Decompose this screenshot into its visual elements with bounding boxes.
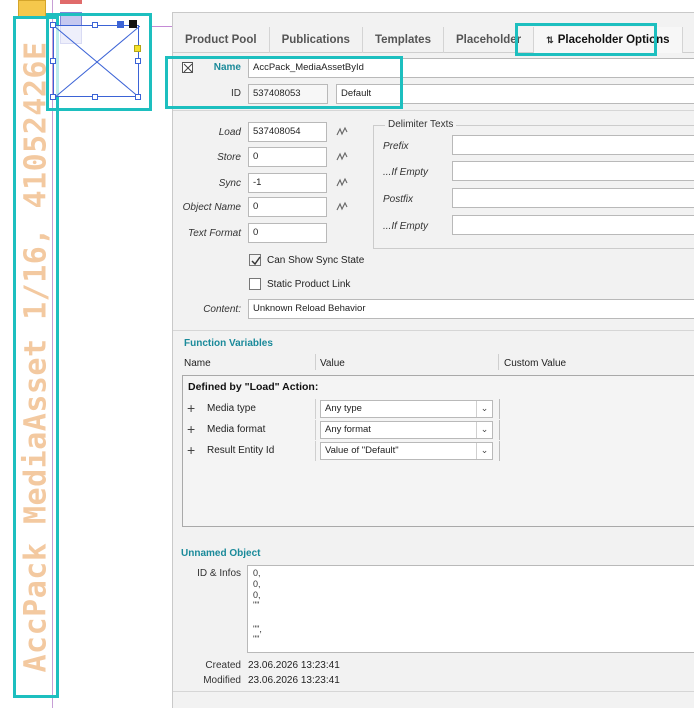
info-line: "" — [253, 634, 260, 644]
prefix-if-empty-label: ...If Empty — [383, 167, 429, 178]
column-separator[interactable] — [498, 354, 499, 370]
modified-label: Modified — [203, 675, 241, 686]
vertical-placeholder-text: AccPack MediaAsset 1/16, 41052426E — [18, 41, 54, 673]
select-value: Value of "Default" — [325, 445, 399, 456]
chevron-down-icon[interactable]: ⌄ — [476, 401, 492, 417]
checkmark-icon — [251, 256, 261, 266]
content-field[interactable]: Unknown Reload Behavior — [248, 299, 694, 319]
edit-action-icon[interactable] — [336, 177, 348, 189]
load-field[interactable]: 537408054 — [248, 122, 327, 142]
created-value: 23.06.2026 13:23:41 — [248, 660, 340, 671]
select-value: Any type — [325, 403, 362, 414]
add-icon[interactable]: + — [187, 422, 195, 436]
prefix-if-empty-field[interactable] — [452, 161, 694, 181]
edit-action-icon[interactable] — [336, 201, 348, 213]
modified-value: 23.06.2026 13:23:41 — [248, 675, 340, 686]
column-separator[interactable] — [315, 354, 316, 370]
info-line: "", — [253, 624, 262, 634]
tab-product-pool[interactable]: Product Pool — [173, 27, 270, 53]
table-row: + Result Entity Id Value of "Default" ⌄ — [183, 441, 694, 461]
store-label: Store — [217, 152, 241, 163]
tab-publications[interactable]: Publications — [270, 27, 363, 53]
add-icon[interactable]: + — [187, 443, 195, 457]
add-icon[interactable]: + — [187, 401, 195, 415]
column-divider — [499, 399, 500, 419]
column-divider — [315, 420, 316, 440]
id-infos-field[interactable]: 0, 0, 0, "" "", "" — [247, 565, 694, 653]
object-name-label: Object Name — [182, 202, 241, 213]
edit-action-icon[interactable] — [336, 151, 348, 163]
object-section-title: Unnamed Object — [181, 548, 261, 559]
store-field[interactable]: 0 — [248, 147, 327, 167]
postfix-label: Postfix — [383, 194, 414, 205]
variable-value-select[interactable]: Any format ⌄ — [320, 421, 493, 439]
table-row: + Media format Any format ⌄ — [183, 420, 694, 440]
vertical-label-frame[interactable]: AccPack MediaAsset 1/16, 41052426E — [13, 16, 59, 698]
prefix-field[interactable] — [452, 135, 694, 155]
name-highlight-annotation — [165, 56, 403, 109]
red-frame[interactable] — [60, 0, 82, 4]
static-product-link-label: Static Product Link — [267, 279, 351, 290]
id-infos-label: ID & Infos — [197, 568, 241, 579]
delimiter-texts-title: Delimiter Texts — [385, 119, 457, 130]
variable-name: Result Entity Id — [207, 445, 275, 456]
identity-section: Name AccPack_MediaAssetById ID 537408053… — [165, 55, 694, 111]
column-divider — [315, 441, 316, 461]
object-name-field[interactable]: 0 — [248, 197, 327, 217]
text-format-field[interactable]: 0 — [248, 223, 327, 243]
variable-value-select[interactable]: Value of "Default" ⌄ — [320, 442, 493, 460]
created-label: Created — [205, 660, 241, 671]
column-header-name[interactable]: Name — [184, 358, 211, 369]
chevron-down-icon[interactable]: ⌄ — [476, 422, 492, 438]
column-header-value[interactable]: Value — [320, 358, 345, 369]
text-format-label: Text Format — [188, 228, 241, 239]
variable-name: Media format — [207, 424, 266, 435]
column-divider — [499, 441, 500, 461]
select-value: Any format — [325, 424, 371, 435]
postfix-if-empty-field[interactable] — [452, 215, 694, 235]
defined-by-load-group: Defined by "Load" Action: — [188, 381, 319, 393]
can-show-sync-label: Can Show Sync State — [267, 255, 365, 266]
postfix-field[interactable] — [452, 188, 694, 208]
chevron-down-icon[interactable]: ⌄ — [476, 443, 492, 459]
variable-name: Media type — [207, 403, 256, 414]
info-line: 0, — [253, 568, 261, 578]
margin-guide — [150, 26, 172, 27]
content-label: Content: — [203, 304, 241, 315]
section-divider — [173, 691, 694, 692]
sync-field[interactable]: -1 — [248, 173, 327, 193]
function-variables-title: Function Variables — [184, 338, 273, 349]
variable-value-select[interactable]: Any type ⌄ — [320, 400, 493, 418]
tab-highlight-annotation — [515, 23, 657, 56]
table-row: + Media type Any type ⌄ — [183, 399, 694, 419]
info-line: "" — [253, 600, 260, 610]
column-header-custom-value[interactable]: Custom Value — [504, 358, 566, 369]
info-line: 0, — [253, 590, 261, 600]
sync-label: Sync — [218, 178, 241, 189]
column-divider — [499, 420, 500, 440]
postfix-if-empty-label: ...If Empty — [383, 221, 429, 232]
load-label: Load — [218, 127, 241, 138]
static-product-link-checkbox[interactable] — [249, 278, 261, 290]
prefix-label: Prefix — [383, 141, 409, 152]
placeholder-options-panel: Product Pool Publications Templates Plac… — [165, 12, 694, 708]
info-line: 0, — [253, 579, 261, 589]
actions-section: Load 537408054 Store 0 Sync -1 Object Na… — [173, 115, 694, 331]
edit-action-icon[interactable] — [336, 126, 348, 138]
tab-templates[interactable]: Templates — [363, 27, 444, 53]
can-show-sync-checkbox[interactable] — [249, 254, 261, 266]
function-variables-table: Defined by "Load" Action: + Media type A… — [182, 375, 694, 527]
column-divider — [315, 399, 316, 419]
frame-highlight-annotation — [46, 13, 152, 111]
document-canvas[interactable]: AccPack MediaAsset 1/16, 41052426E — [0, 0, 172, 708]
